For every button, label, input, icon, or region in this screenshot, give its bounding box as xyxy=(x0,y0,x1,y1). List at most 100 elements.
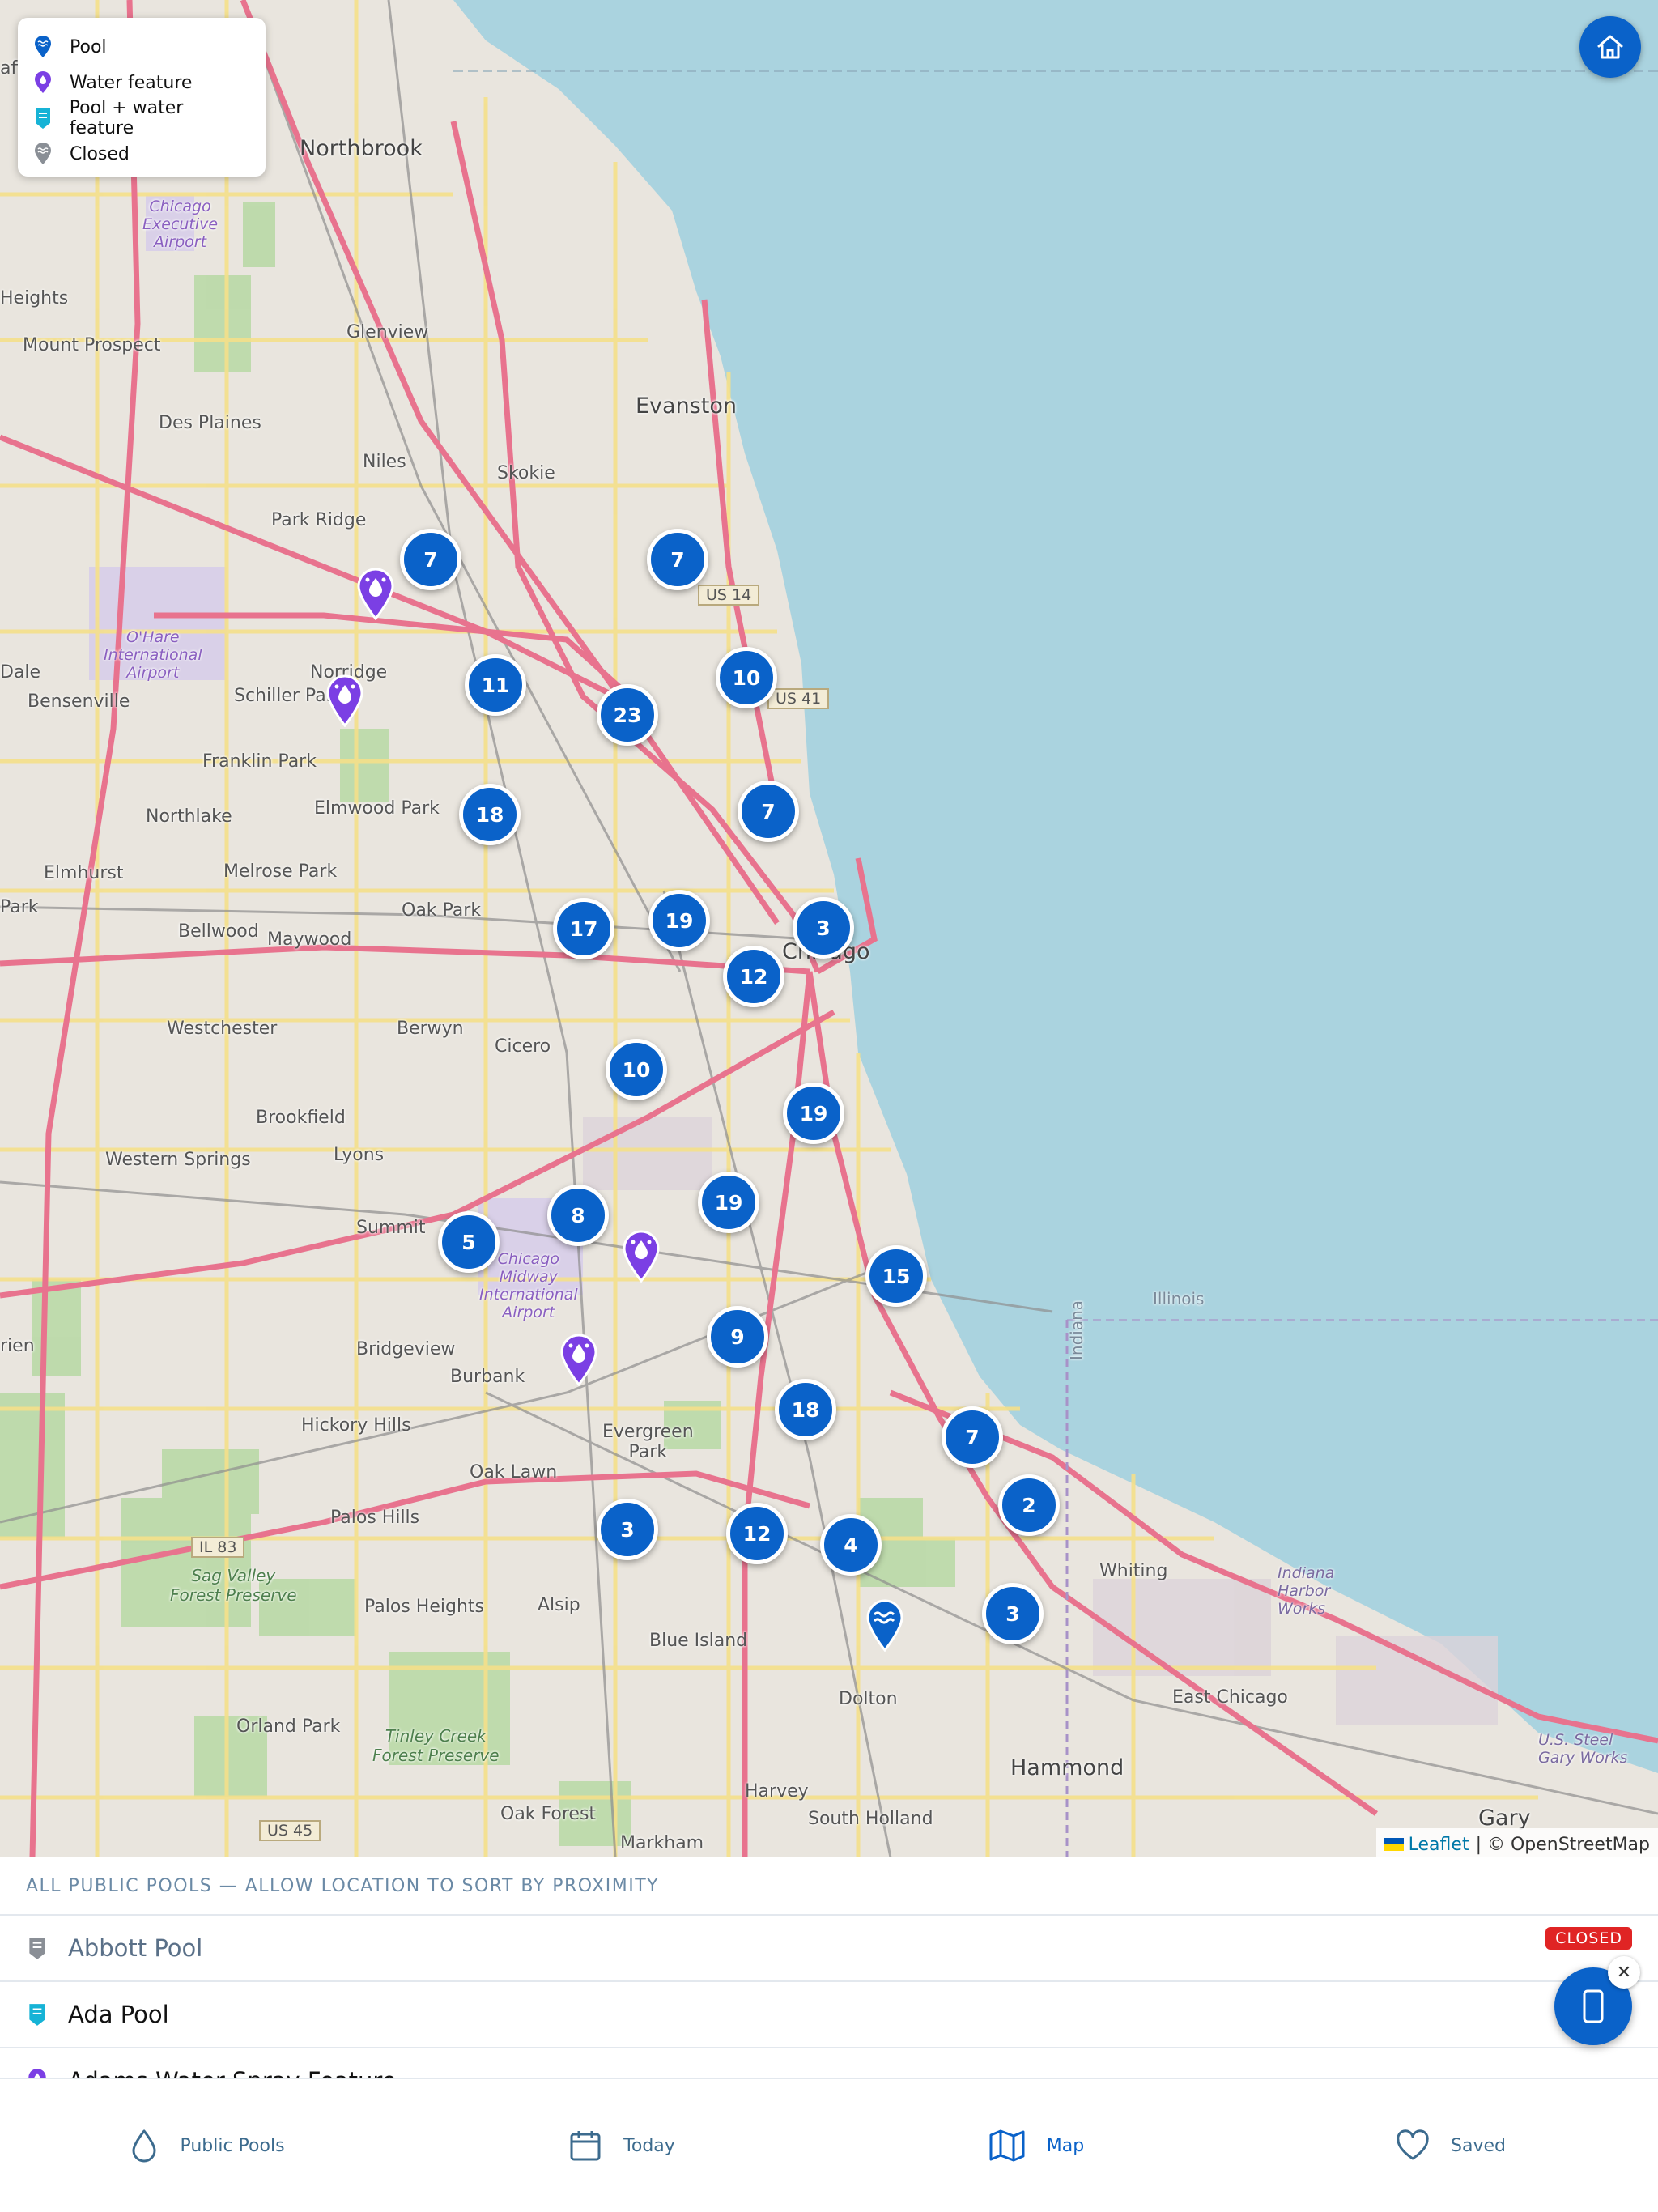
cluster-lincoln-park[interactable]: 7 xyxy=(738,781,799,842)
place-berwyn: Berwyn xyxy=(397,1019,464,1039)
cluster-south-shore[interactable]: 15 xyxy=(865,1245,927,1307)
cluster-hegewisch[interactable]: 2 xyxy=(998,1474,1060,1536)
place-westchester: Westchester xyxy=(167,1019,278,1039)
place-orland-park: Orland Park xyxy=(236,1716,341,1737)
place-markham: Markham xyxy=(620,1833,704,1853)
map-icon xyxy=(989,2129,1025,2162)
cluster-oak-lawn-south[interactable]: 3 xyxy=(597,1499,658,1560)
place-elmhurst: Elmhurst xyxy=(44,863,124,883)
legend-item-pool: Pool xyxy=(32,29,251,65)
list-item[interactable]: Ada Pool xyxy=(0,1982,1658,2048)
shield-us41: US 41 xyxy=(767,688,830,709)
water-feature-pin-icon xyxy=(35,71,51,93)
nav-label: Map xyxy=(1046,2135,1085,2156)
cluster-downtown[interactable]: 3 xyxy=(793,897,854,959)
place-alsip: Alsip xyxy=(538,1595,580,1615)
place-sag-valley: Sag Valley Forest Preserve xyxy=(170,1566,297,1605)
list-header: ALL PUBLIC POOLS — ALLOW LOCATION TO SOR… xyxy=(0,1857,1658,1916)
legend-item-water-feature: Water feature xyxy=(32,65,251,100)
shield-us45: US 45 xyxy=(259,1820,321,1841)
place-illinois: Illinois xyxy=(1153,1289,1205,1308)
water-feature-pin-icon[interactable] xyxy=(559,1333,599,1386)
cluster-south-chicago[interactable]: 7 xyxy=(942,1406,1003,1468)
place-ohare: O'Hare International Airport xyxy=(104,628,202,682)
phone-icon xyxy=(1583,1989,1604,2023)
home-button[interactable] xyxy=(1579,16,1641,78)
place-lyons: Lyons xyxy=(334,1145,385,1165)
water-feature-pin-icon[interactable] xyxy=(355,567,396,620)
pool-pin-icon[interactable] xyxy=(865,1598,905,1652)
cluster-austin[interactable]: 17 xyxy=(553,898,614,959)
map[interactable]: Northbrook Glenview Evanston Mount Prosp… xyxy=(0,0,1658,1857)
pool-list[interactable]: ALL PUBLIC POOLS — ALLOW LOCATION TO SOR… xyxy=(0,1857,1658,2078)
cluster-near-west[interactable]: 12 xyxy=(723,946,784,1007)
map-legend: Pool Water feature Pool + water feature xyxy=(18,18,266,177)
bottom-nav: Public Pools Today Map Saved xyxy=(0,2078,1658,2212)
osm-attribution: | © OpenStreetMap xyxy=(1475,1834,1650,1855)
cluster-west-town[interactable]: 19 xyxy=(648,890,710,951)
place-evergreen-park: Evergreen Park xyxy=(602,1422,694,1462)
nav-item-public-pools[interactable]: Public Pools xyxy=(0,2079,414,2212)
nav-item-saved[interactable]: Saved xyxy=(1244,2079,1658,2212)
place-hammond: Hammond xyxy=(1010,1755,1124,1780)
ukraine-flag-icon xyxy=(1384,1838,1404,1851)
cluster-park-ridge[interactable]: 7 xyxy=(400,529,461,590)
close-fab-button[interactable]: ✕ xyxy=(1608,1956,1640,1989)
pool-name: Abbott Pool xyxy=(68,1934,203,1962)
map-attribution: Leaflet | © OpenStreetMap xyxy=(1375,1828,1658,1857)
cluster-roseland[interactable]: 18 xyxy=(775,1379,836,1440)
cluster-north-center[interactable]: 23 xyxy=(597,684,658,746)
closed-badge: CLOSED xyxy=(1545,1927,1632,1950)
cluster-pullman[interactable]: 4 xyxy=(820,1514,882,1576)
place-northbrook: Northbrook xyxy=(300,136,423,161)
place-glenview: Glenview xyxy=(346,322,429,342)
cluster-bronzeville[interactable]: 19 xyxy=(783,1083,844,1144)
place-evanston: Evanston xyxy=(636,393,737,419)
list-item[interactable]: Abbott Pool CLOSED xyxy=(0,1916,1658,1982)
water-feature-pin-icon[interactable] xyxy=(621,1229,661,1283)
cluster-chatham[interactable]: 9 xyxy=(707,1306,768,1368)
droplet-icon xyxy=(132,2129,156,2163)
cluster-summit[interactable]: 5 xyxy=(438,1211,500,1273)
cluster-englewood-north[interactable]: 19 xyxy=(698,1172,759,1233)
place-east-chicago: East Chicago xyxy=(1172,1687,1288,1708)
place-indiana-harbor: Indiana Harbor Works xyxy=(1278,1564,1335,1618)
place-skokie: Skokie xyxy=(497,463,555,483)
nav-item-today[interactable]: Today xyxy=(414,2079,829,2212)
cluster-morgan-park[interactable]: 12 xyxy=(726,1503,788,1564)
cluster-edgewater[interactable]: 10 xyxy=(716,647,777,708)
place-palos-hills: Palos Hills xyxy=(330,1508,420,1528)
place-rien: rien xyxy=(0,1336,35,1356)
place-bridgeview: Bridgeview xyxy=(356,1339,456,1359)
legend-item-pool-water-feature: Pool + water feature xyxy=(32,98,251,138)
cluster-jefferson-park[interactable]: 11 xyxy=(465,654,526,716)
leaflet-link[interactable]: Leaflet xyxy=(1409,1835,1469,1855)
place-oak-lawn: Oak Lawn xyxy=(470,1462,558,1482)
shield-il83: IL 83 xyxy=(191,1537,245,1558)
place-maywood: Maywood xyxy=(267,929,352,950)
cluster-belmont-cragin[interactable]: 18 xyxy=(459,784,521,845)
place-western-springs: Western Springs xyxy=(105,1150,251,1170)
nav-label: Today xyxy=(623,2135,675,2156)
place-bensenville: Bensenville xyxy=(28,691,130,712)
heart-icon xyxy=(1397,2129,1429,2160)
legend-label: Pool + water feature xyxy=(69,98,184,138)
cluster-calumet-city[interactable]: 3 xyxy=(982,1583,1044,1644)
place-cicero: Cicero xyxy=(495,1036,551,1057)
place-summit: Summit xyxy=(356,1218,426,1238)
cluster-evanston-south[interactable]: 7 xyxy=(647,529,708,590)
place-gary: Gary xyxy=(1478,1806,1531,1831)
place-bellwood: Bellwood xyxy=(178,921,259,942)
place-hickory-hills: Hickory Hills xyxy=(301,1415,411,1436)
list-item[interactable]: Adams Water Spray Feature xyxy=(0,2048,1658,2078)
place-whiting: Whiting xyxy=(1099,1561,1168,1581)
nav-item-map[interactable]: Map xyxy=(829,2079,1244,2212)
calendar-icon xyxy=(570,2131,601,2161)
cluster-archer-heights[interactable]: 8 xyxy=(547,1185,609,1246)
place-harvey: Harvey xyxy=(745,1781,809,1802)
place-executive: Chicago Executive Airport xyxy=(142,198,219,251)
cluster-little-village[interactable]: 10 xyxy=(606,1039,667,1100)
nav-label: Public Pools xyxy=(180,2135,285,2156)
water-feature-pin-icon[interactable] xyxy=(325,674,365,727)
place-park: Park xyxy=(0,897,39,917)
